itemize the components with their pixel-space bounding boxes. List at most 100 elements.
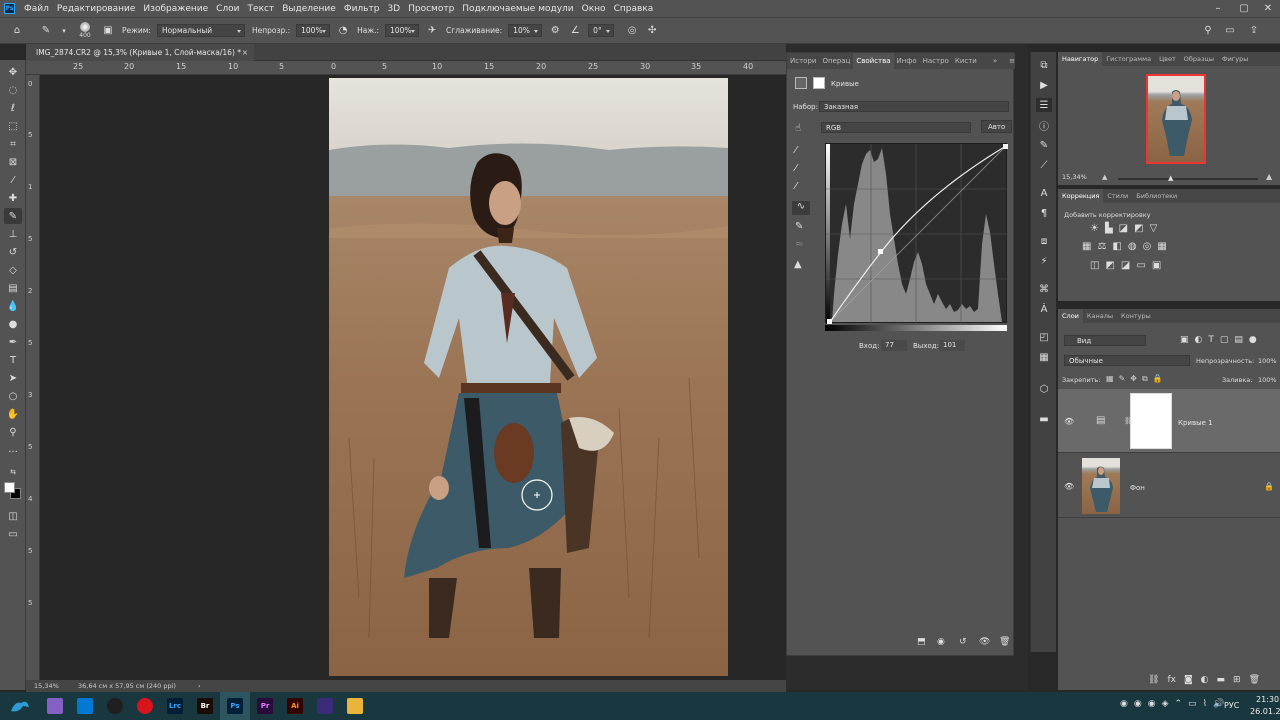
layer-mask-icon[interactable] xyxy=(813,77,825,89)
eyedropper-black-icon[interactable]: ⁄ xyxy=(795,145,797,156)
photo-filter-icon[interactable]: ◍ xyxy=(1128,241,1137,252)
tab-shapes[interactable]: Фигуры xyxy=(1218,55,1252,63)
taskbar-app-bridge[interactable]: Br xyxy=(190,692,220,720)
clip-to-layer-icon[interactable]: ⬒ xyxy=(917,637,926,647)
info-icon[interactable]: ⓘ xyxy=(1036,118,1052,133)
navigator-thumbnail[interactable] xyxy=(1146,74,1206,164)
lock-artboard-icon[interactable]: ⧉ xyxy=(1142,374,1148,384)
taskbar-app-folder[interactable] xyxy=(340,692,370,720)
taskbar-app-opera[interactable] xyxy=(130,692,160,720)
clock-time[interactable]: 21:30 xyxy=(1256,695,1279,704)
filter-shape-icon[interactable]: ▢ xyxy=(1220,335,1229,345)
tab-channels[interactable]: Каналы xyxy=(1083,312,1117,320)
visibility-eye-icon[interactable]: 👁 xyxy=(1064,417,1074,426)
tray-icon[interactable]: ◈ xyxy=(1162,699,1169,709)
channel-select[interactable]: RGB xyxy=(821,122,971,133)
character-icon[interactable]: A xyxy=(1036,186,1052,200)
tab-styles[interactable]: Стили xyxy=(1103,192,1132,200)
zoom-out-icon[interactable]: ▲ xyxy=(1102,173,1107,181)
network-icon[interactable]: ⌇ xyxy=(1203,699,1207,709)
properties-icon[interactable]: ☰ xyxy=(1036,98,1052,112)
zoom-slider-handle[interactable]: ▲ xyxy=(1168,174,1173,182)
quick-mask-icon[interactable]: ◫ xyxy=(4,508,22,524)
auto-button[interactable]: Авто xyxy=(981,120,1013,133)
menu-filter[interactable]: Фильтр xyxy=(340,4,384,14)
tray-icon[interactable]: ◉ xyxy=(1134,699,1142,709)
tab-histogram[interactable]: Гистограмма xyxy=(1102,55,1155,63)
view-previous-icon[interactable]: ◉ xyxy=(937,637,945,647)
link-layers-icon[interactable]: ⛓ xyxy=(1148,675,1159,685)
menu-select[interactable]: Выделение xyxy=(278,4,340,14)
layer-name[interactable]: Фон xyxy=(1130,484,1145,492)
filter-smart-icon[interactable]: ▤ xyxy=(1234,335,1243,345)
layer-opacity-value[interactable]: 100% xyxy=(1258,357,1277,365)
add-mask-icon[interactable]: ◙ xyxy=(1184,675,1193,685)
foreground-color-swatch[interactable] xyxy=(4,482,15,493)
history-brush-tool-icon[interactable]: ↺ xyxy=(4,244,22,260)
tab-layers[interactable]: Слои xyxy=(1058,309,1083,323)
menu-3d[interactable]: 3D xyxy=(383,4,404,14)
layer-row[interactable]: 👁 ▤ ⛓ Кривые 1 xyxy=(1058,389,1280,453)
vibrance-icon[interactable]: ▽ xyxy=(1150,223,1158,234)
symmetry-icon[interactable]: ✣ xyxy=(645,24,659,38)
layer-row[interactable]: 👁 Фон 🔒 xyxy=(1058,454,1280,518)
clipping-warning-icon[interactable]: ▲ xyxy=(794,259,802,270)
color-lookup-icon[interactable]: ▦ xyxy=(1157,241,1166,252)
new-layer-icon[interactable]: ⊞ xyxy=(1233,675,1241,685)
start-button[interactable] xyxy=(0,692,40,720)
eyedropper-white-icon[interactable]: ⁄ xyxy=(795,181,797,192)
tab-brushes[interactable]: Кисти xyxy=(952,57,980,65)
taskbar-app-illustrator[interactable]: Ai xyxy=(280,692,310,720)
search-icon[interactable]: ⚲ xyxy=(1201,24,1215,38)
brushes-icon[interactable]: ⟋ xyxy=(1036,158,1052,172)
tray-icon[interactable]: ⌃ xyxy=(1175,699,1183,709)
tab-color[interactable]: Цвет xyxy=(1155,55,1180,63)
tab-history[interactable]: Истори xyxy=(787,57,819,65)
zoom-tool-icon[interactable]: ⚲ xyxy=(4,424,22,440)
layer-filter-select[interactable]: Вид xyxy=(1064,335,1146,346)
flow-input[interactable]: 100% xyxy=(385,24,420,37)
timeline-icon[interactable]: ▬ xyxy=(1036,412,1052,426)
brush-settings-icon[interactable]: ▣ xyxy=(101,24,115,38)
swap-colors-icon[interactable]: ⇆ xyxy=(4,464,22,480)
new-adjustment-icon[interactable]: ◐ xyxy=(1201,675,1209,685)
tab-swatches[interactable]: Образцы xyxy=(1180,55,1218,63)
panel-menu-icon[interactable]: ≡ xyxy=(1006,57,1018,65)
taskbar-app-lightroom-classic[interactable]: Lrc xyxy=(160,692,190,720)
invert-icon[interactable]: ◫ xyxy=(1090,260,1099,271)
target-adjust-icon[interactable]: ☝ xyxy=(795,123,801,134)
new-group-icon[interactable]: ▬ xyxy=(1217,675,1226,685)
channels-icon[interactable]: ▦ xyxy=(1036,350,1052,364)
menu-help[interactable]: Справка xyxy=(610,4,658,14)
quick-select-tool-icon[interactable]: ⬚ xyxy=(4,118,22,134)
lock-position-icon[interactable]: ✥ xyxy=(1130,374,1137,384)
status-arrow-icon[interactable]: › xyxy=(198,682,201,690)
type-tool-icon[interactable]: T xyxy=(4,352,22,368)
home-icon[interactable]: ⌂ xyxy=(10,24,24,38)
more-tabs-icon[interactable]: » xyxy=(990,57,1000,65)
blur-tool-icon[interactable]: 💧 xyxy=(4,298,22,314)
output-value[interactable]: 101 xyxy=(939,340,965,351)
lock-all-icon[interactable]: 🔒 xyxy=(1153,374,1163,384)
hand-tool-icon[interactable]: ✋ xyxy=(4,406,22,422)
layer-name[interactable]: Кривые 1 xyxy=(1178,419,1213,427)
tab-settings[interactable]: Настро xyxy=(920,57,952,65)
tray-icon[interactable]: ◉ xyxy=(1120,699,1128,709)
minimize-icon[interactable]: – xyxy=(1206,0,1230,17)
workspace-icon[interactable]: ▭ xyxy=(1223,24,1237,38)
pressure-size-icon[interactable]: ◎ xyxy=(625,24,639,38)
lock-pixels-icon[interactable]: ▦ xyxy=(1106,374,1114,384)
mode-select[interactable]: Нормальный xyxy=(156,24,245,37)
menu-file[interactable]: Файл xyxy=(20,4,53,14)
close-tab-icon[interactable]: × xyxy=(242,44,248,61)
character-styles-icon[interactable]: Ȧ xyxy=(1036,302,1052,316)
chevron-down-icon[interactable]: ▾ xyxy=(59,24,69,38)
document-photo[interactable] xyxy=(329,78,728,676)
gear-icon[interactable]: ⚙ xyxy=(548,24,562,38)
preset-select[interactable]: Заказная xyxy=(819,101,1009,112)
reset-icon[interactable]: ↺ xyxy=(959,637,967,647)
navigator-zoom-value[interactable]: 15,34% xyxy=(1062,173,1087,181)
more-tools-icon[interactable]: ··· xyxy=(4,444,22,460)
blend-mode-select[interactable]: Обычные xyxy=(1064,355,1190,366)
layer-mask-thumbnail[interactable] xyxy=(1130,393,1172,449)
